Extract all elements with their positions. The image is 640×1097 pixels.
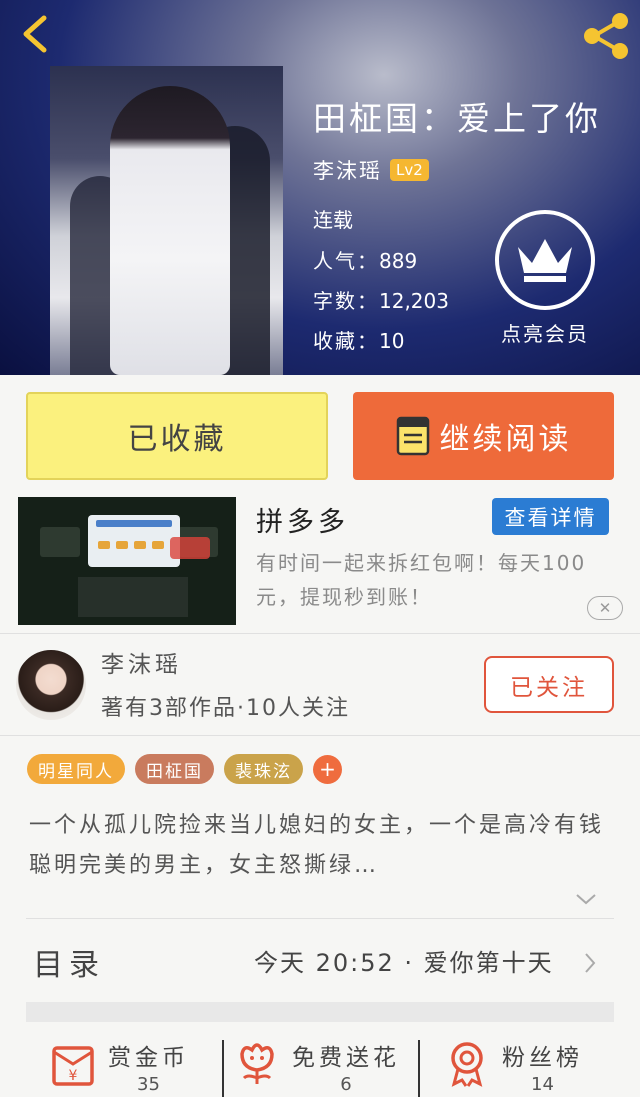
tag-item[interactable]: 明星同人: [27, 754, 125, 784]
ad-description[interactable]: 有时间一起来拆红包啊！每天100元，提现秒到账！: [256, 546, 616, 614]
author-name[interactable]: 李沫瑶: [313, 155, 382, 185]
favorites-stat: 收藏：10: [313, 325, 404, 354]
book-header: 田柾国：爱上了你 李沫瑶 Lv2 连载 人气：889 字数：12,203 收藏：…: [0, 0, 640, 375]
ad-image[interactable]: [18, 497, 236, 625]
section-band: [26, 1002, 614, 1022]
word-count-label: 字数：: [313, 289, 379, 313]
fan-ranking-button[interactable]: 粉丝榜 14: [442, 1038, 583, 1095]
tag-item[interactable]: 裴珠泫: [224, 754, 303, 784]
chevron-right-icon[interactable]: [582, 951, 598, 975]
red-envelope-icon: ¥: [52, 1046, 94, 1086]
book-cover-image: [50, 66, 283, 375]
follow-button[interactable]: 已关注: [484, 656, 614, 713]
add-tag-button[interactable]: +: [313, 754, 342, 784]
vip-button[interactable]: 点亮会员: [490, 210, 600, 347]
action-count: 35: [137, 1074, 160, 1095]
tag-item[interactable]: 田柾国: [135, 754, 214, 784]
serial-status: 连载: [313, 208, 353, 232]
author-line: 李沫瑶 Lv2: [313, 155, 429, 185]
popularity-stat: 人气：889: [313, 245, 417, 274]
favorites-label: 收藏：: [313, 329, 379, 353]
svg-text:¥: ¥: [69, 1068, 78, 1084]
favorited-button[interactable]: 已收藏: [26, 392, 328, 480]
author-card-info: 著有3部作品·10人关注: [101, 696, 350, 721]
ad-title[interactable]: 拼多多: [256, 500, 349, 539]
ad-detail-button[interactable]: 查看详情: [492, 498, 609, 535]
word-count-stat: 字数：12,203: [313, 285, 449, 314]
book-title: 田柾国：爱上了你: [313, 99, 601, 138]
send-flower-button[interactable]: 免费送花 6: [232, 1038, 400, 1095]
share-icon[interactable]: [580, 12, 632, 60]
chevron-down-icon[interactable]: [575, 892, 597, 906]
action-label: 粉丝榜: [502, 1045, 583, 1071]
book-icon: [396, 416, 429, 456]
popularity-value: 889: [379, 249, 418, 273]
medal-icon: [451, 1042, 483, 1087]
action-count: 14: [531, 1074, 554, 1095]
vip-label: 点亮会员: [501, 322, 589, 346]
divider: [0, 633, 640, 634]
divider: [0, 735, 640, 736]
favorites-value: 10: [379, 329, 405, 353]
level-badge: Lv2: [390, 159, 429, 181]
author-card-name[interactable]: 李沫瑶: [101, 645, 182, 679]
ad-close-icon[interactable]: ✕: [587, 596, 623, 620]
reward-coin-button[interactable]: ¥ 赏金币 35: [48, 1038, 189, 1095]
action-count: 6: [340, 1074, 352, 1095]
back-icon[interactable]: [14, 12, 58, 56]
author-avatar[interactable]: [16, 650, 86, 720]
flower-icon: [240, 1043, 274, 1084]
continue-reading-label: 继续阅读: [439, 422, 572, 457]
word-count-value: 12,203: [379, 289, 449, 313]
action-label: 免费送花: [292, 1045, 400, 1071]
action-label: 赏金币: [108, 1045, 189, 1071]
toc-title[interactable]: 目录: [33, 940, 105, 984]
continue-reading-button[interactable]: 继续阅读: [353, 392, 614, 480]
synopsis[interactable]: 一个从孤儿院捡来当儿媳妇的女主，一个是高冷有钱聪明完美的男主，女主怒撕绿…: [29, 806, 614, 886]
tag-list: 明星同人 田柾国 裴珠泫 +: [27, 754, 342, 784]
crown-icon: [495, 210, 595, 310]
divider: [26, 918, 614, 919]
divider: [222, 1040, 224, 1097]
popularity-label: 人气：: [313, 249, 379, 273]
latest-chapter[interactable]: 今天 20:52 · 爱你第十天: [254, 943, 554, 978]
divider: [418, 1040, 420, 1097]
